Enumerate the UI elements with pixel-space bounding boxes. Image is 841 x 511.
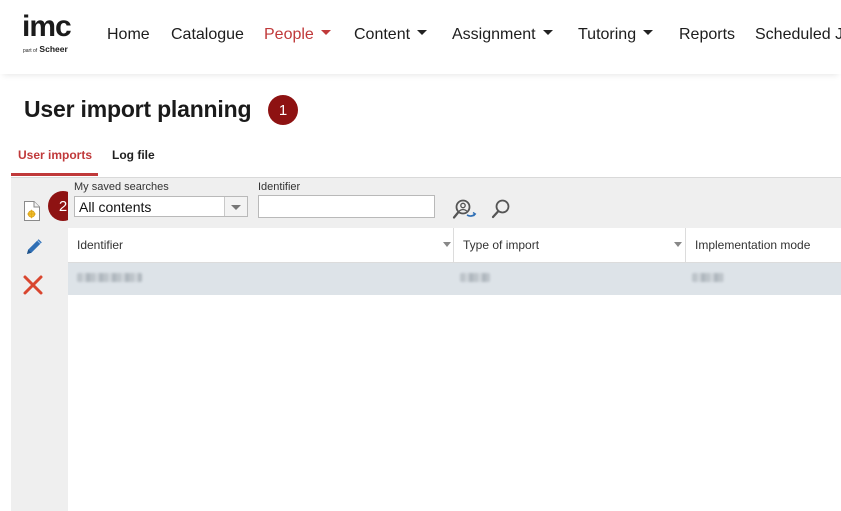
search-button[interactable] xyxy=(490,198,512,220)
red-x-icon xyxy=(23,275,43,295)
nav-item-label: Assignment xyxy=(452,26,536,43)
chevron-down-icon xyxy=(417,30,428,36)
new-document-icon xyxy=(24,201,40,221)
cell-identifier xyxy=(68,263,453,295)
nav-item-people[interactable]: People xyxy=(264,26,331,44)
obscured-text xyxy=(692,273,724,282)
nav-item-label: People xyxy=(264,26,314,43)
cell-mode xyxy=(686,263,841,295)
top-navigation-bar: imc part of Scheer Home Catalogue People… xyxy=(0,0,841,74)
user-search-icon xyxy=(452,199,477,219)
nav-item-label: Home xyxy=(107,26,150,43)
column-filter-icon[interactable] xyxy=(443,242,451,247)
identifier-label: Identifier xyxy=(258,181,301,193)
tab-log-file[interactable]: Log file xyxy=(112,148,155,162)
logo-sub-brand: Scheer xyxy=(39,44,68,54)
callout-marker-1: 1 xyxy=(268,95,298,125)
logo-subline: part of Scheer xyxy=(23,44,68,54)
tab-bar: User imports Log file xyxy=(11,138,841,178)
chevron-down-icon xyxy=(643,30,654,36)
column-header-implementation-mode[interactable]: Implementation mode xyxy=(686,228,841,262)
imc-logo[interactable]: imc part of Scheer xyxy=(22,10,82,58)
nav-item-label: Tutoring xyxy=(578,26,637,43)
action-toolbar xyxy=(11,178,68,511)
column-header-identifier[interactable]: Identifier xyxy=(68,228,453,262)
dropdown-arrow-icon[interactable] xyxy=(224,197,247,216)
nav-item-label: Reports xyxy=(679,26,736,43)
user-search-button[interactable] xyxy=(452,198,478,222)
page-title: User import planning xyxy=(24,96,252,122)
edit-button[interactable] xyxy=(23,236,45,258)
column-filter-icon[interactable] xyxy=(674,242,682,247)
cell-type xyxy=(454,263,685,295)
chevron-down-icon xyxy=(542,30,553,36)
table-row[interactable] xyxy=(68,263,841,295)
identifier-input[interactable] xyxy=(258,195,435,218)
chevron-down-icon xyxy=(320,30,331,36)
active-tab-indicator xyxy=(11,173,98,176)
delete-button[interactable] xyxy=(22,274,44,296)
nav-item-label: Content xyxy=(354,26,411,43)
nav-item-reports[interactable]: Reports xyxy=(679,26,735,44)
search-icon xyxy=(491,199,510,219)
obscured-text xyxy=(77,273,142,282)
user-imports-grid: Identifier Type of import Implementation… xyxy=(68,228,841,511)
tab-user-imports[interactable]: User imports xyxy=(18,148,92,162)
nav-item-home[interactable]: Home xyxy=(107,26,150,44)
nav-item-catalogue[interactable]: Catalogue xyxy=(171,26,244,44)
new-document-button[interactable] xyxy=(23,200,41,222)
nav-item-assignment[interactable]: Assignment xyxy=(452,26,553,44)
logo-wordmark: imc xyxy=(22,10,72,43)
saved-searches-label: My saved searches xyxy=(74,181,169,193)
saved-searches-value: All contents xyxy=(79,199,152,215)
nav-item-label: Scheduled J xyxy=(755,26,841,43)
nav-item-content[interactable]: Content xyxy=(354,26,428,44)
logo-sub-prefix: part of xyxy=(23,48,38,54)
column-header-type-of-import[interactable]: Type of import xyxy=(454,228,685,262)
pencil-icon xyxy=(27,239,42,254)
search-panel: My saved searches All contents Identifie… xyxy=(68,178,841,228)
nav-item-scheduled[interactable]: Scheduled J xyxy=(755,26,841,44)
nav-item-tutoring[interactable]: Tutoring xyxy=(578,26,654,44)
obscured-text xyxy=(460,273,490,282)
grid-header: Identifier Type of import Implementation… xyxy=(68,228,841,263)
nav-item-label: Catalogue xyxy=(171,26,244,43)
saved-searches-select[interactable]: All contents xyxy=(74,196,248,217)
